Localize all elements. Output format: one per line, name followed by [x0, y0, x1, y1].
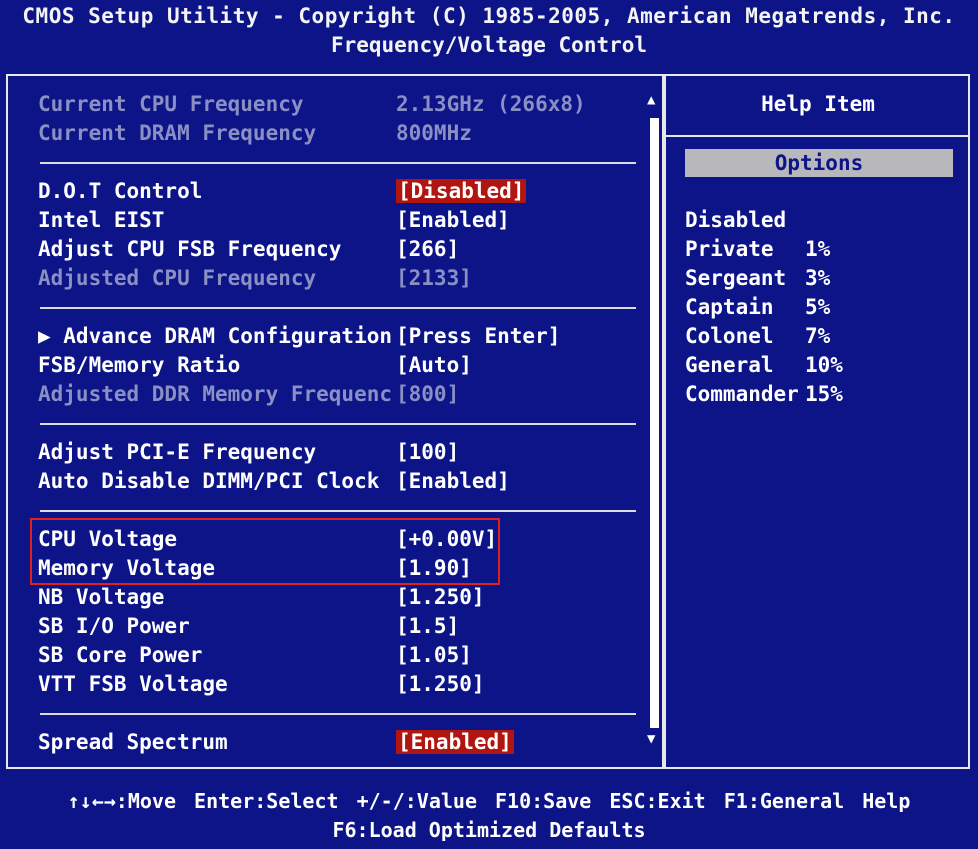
option-name: Sergeant [685, 266, 787, 290]
option-name: Colonel [685, 324, 774, 348]
help-option: General 10% [685, 353, 843, 377]
setting-label: Adjust CPU FSB Frequency [38, 237, 342, 261]
section-divider [40, 162, 636, 164]
option-percent: 15% [805, 382, 843, 406]
setting-label: ▶ Advance DRAM Configuration [38, 324, 393, 348]
option-percent: 10% [805, 353, 843, 377]
setting-value[interactable]: [Enabled] [396, 208, 510, 232]
setting-value[interactable]: [1.250] [396, 585, 485, 609]
scroll-down-icon[interactable]: ▼ [647, 731, 655, 747]
help-option: Disabled [685, 208, 786, 232]
setting-value[interactable]: [Disabled] [396, 179, 527, 203]
setting-value[interactable]: [266] [396, 237, 459, 261]
setting-value[interactable]: [1.5] [396, 614, 459, 638]
setting-label: SB I/O Power [38, 614, 190, 638]
help-divider [666, 135, 970, 137]
option-percent: 5% [805, 295, 831, 319]
option-name: Disabled [685, 208, 787, 232]
options-header: Options [685, 149, 953, 177]
help-option: Colonel 7% [685, 324, 830, 348]
setting-label: Adjusted CPU Frequency [38, 266, 317, 290]
option-percent: 1% [805, 237, 831, 261]
help-option: Commander 15% [685, 382, 843, 406]
setting-label: SB Core Power [38, 643, 203, 667]
setting-value[interactable]: [Press Enter] [396, 324, 560, 348]
key-help-line1: ↑↓←→:Move Enter:Select +/-/:Value F10:Sa… [67, 789, 911, 813]
setting-label: FSB/Memory Ratio [38, 353, 241, 377]
bios-header: CMOS Setup Utility - Copyright (C) 1985-… [0, 0, 978, 68]
help-option: Private 1% [685, 237, 830, 261]
setting-value: [800] [396, 382, 460, 406]
option-name: General [685, 353, 774, 377]
setting-label: Adjusted DDR Memory Frequenc [38, 382, 393, 406]
section-divider [40, 510, 636, 512]
option-percent: 3% [805, 266, 831, 290]
section-divider [40, 307, 636, 309]
setting-label: Current CPU Frequency [38, 92, 304, 116]
setting-label: Adjust PCI-E Frequency [38, 440, 317, 464]
scroll-up-icon[interactable]: ▲ [647, 92, 655, 108]
setting-label: D.O.T Control [38, 179, 203, 203]
option-percent: 7% [805, 324, 831, 348]
option-name: Captain [685, 295, 774, 319]
setting-value[interactable]: [Auto] [396, 353, 472, 377]
setting-value[interactable]: [Enabled] [396, 469, 510, 493]
setting-value[interactable]: [1.05] [396, 643, 472, 667]
section-divider [40, 713, 636, 715]
option-name: Private [685, 237, 774, 261]
copyright-title: CMOS Setup Utility - Copyright (C) 1985-… [22, 4, 956, 28]
help-option: Sergeant 3% [685, 266, 830, 290]
setting-label: VTT FSB Voltage [38, 672, 228, 696]
setting-value: 800MHz [396, 121, 472, 145]
option-name: Commander [685, 382, 799, 406]
setting-value: [2133] [396, 266, 472, 290]
section-divider [40, 423, 636, 425]
setting-label: Intel EIST [38, 208, 165, 232]
panel-divider [662, 74, 666, 769]
help-option: Captain 5% [685, 295, 830, 319]
setting-label: Spread Spectrum [38, 730, 228, 754]
key-help-footer: ↑↓←→:Move Enter:Select +/-/:Value F10:Sa… [0, 783, 978, 849]
voltage-highlight-box [30, 518, 500, 585]
page-title: Frequency/Voltage Control [330, 33, 648, 57]
setting-value[interactable]: [Enabled] [396, 730, 514, 754]
setting-value: 2.13GHz (266x8) [396, 92, 586, 116]
setting-value[interactable]: [100] [396, 440, 459, 464]
setting-value[interactable]: [1.250] [396, 672, 485, 696]
setting-label: Auto Disable DIMM/PCI Clock [38, 469, 380, 493]
setting-label: Current DRAM Frequency [38, 121, 317, 145]
scrollbar[interactable] [650, 118, 659, 728]
help-title: Help Item [761, 92, 875, 116]
setting-label: NB Voltage [38, 585, 165, 609]
key-help-line2: F6:Load Optimized Defaults [332, 818, 646, 842]
